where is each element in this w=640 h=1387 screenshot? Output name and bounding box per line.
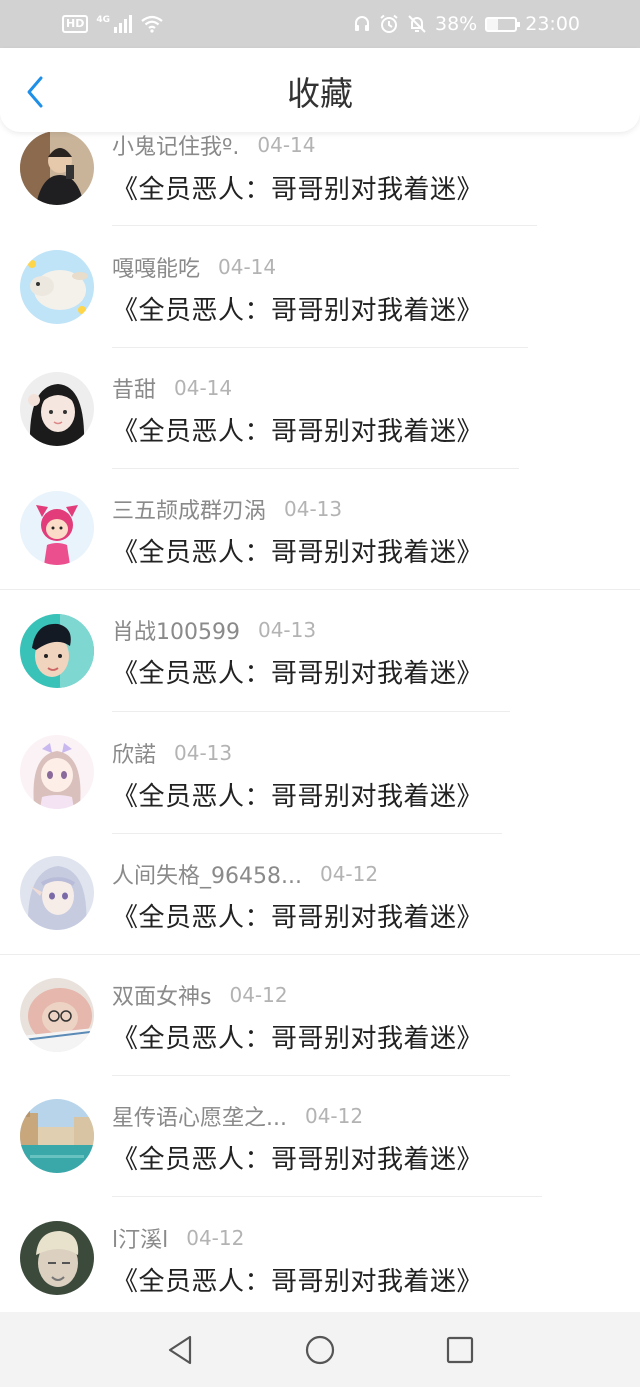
date: 04-13 bbox=[257, 618, 317, 642]
status-left: HD 4G bbox=[62, 15, 164, 33]
status-bar: HD 4G 38% 23:00 bbox=[0, 0, 640, 48]
user-name[interactable]: 欣諾 bbox=[112, 737, 156, 769]
book-title[interactable]: 《全员恶人：哥哥别对我着迷》 bbox=[112, 653, 483, 690]
user-name[interactable]: 人间失格_96458... bbox=[112, 858, 302, 890]
list-item[interactable]: 欣諾 04-13 《全员恶人：哥哥别对我着迷》 bbox=[0, 727, 640, 848]
user-photo-avatar[interactable] bbox=[20, 131, 94, 205]
blond-man-avatar[interactable] bbox=[20, 1221, 94, 1295]
sheep-avatar[interactable] bbox=[20, 250, 94, 324]
recents-square-icon bbox=[446, 1336, 474, 1363]
venice-canal-avatar[interactable] bbox=[20, 1099, 94, 1173]
back-triangle-icon bbox=[168, 1335, 192, 1364]
hd-badge: HD bbox=[62, 15, 89, 33]
book-title[interactable]: 《全员恶人：哥哥别对我着迷》 bbox=[112, 169, 483, 206]
user-name[interactable]: 嘎嘎能吃 bbox=[112, 251, 200, 283]
date: 04-12 bbox=[229, 983, 288, 1007]
item-meta: 双面女神s 04-12 bbox=[112, 980, 288, 1010]
item-meta: 肖战100599 04-13 bbox=[112, 615, 316, 645]
girl-photo-avatar[interactable] bbox=[20, 372, 94, 446]
user-name[interactable]: 三五颉成群刃涡 bbox=[112, 493, 266, 525]
list-item[interactable]: 嘎嘎能吃 04-14 《全员恶人：哥哥别对我着迷》 bbox=[0, 242, 640, 363]
network-type: 4G bbox=[96, 15, 110, 25]
alarm-icon bbox=[380, 14, 398, 33]
book-title[interactable]: 《全员恶人：哥哥别对我着迷》 bbox=[112, 897, 483, 934]
system-nav-bar bbox=[0, 1312, 640, 1387]
list-item[interactable]: 双面女神s 04-12 《全员恶人：哥哥别对我着迷》 bbox=[0, 969, 640, 1090]
book-title[interactable]: 《全员恶人：哥哥别对我着迷》 bbox=[112, 1261, 483, 1298]
item-meta: 星传语心愿垄之... 04-12 bbox=[112, 1101, 363, 1131]
divider bbox=[112, 468, 519, 469]
date: 04-14 bbox=[218, 255, 277, 279]
book-title[interactable]: 《全员恶人：哥哥别对我着迷》 bbox=[112, 1139, 483, 1176]
nav-back-button[interactable] bbox=[158, 1328, 202, 1372]
user-name[interactable]: 小鬼记住我º. bbox=[112, 129, 239, 161]
user-name[interactable]: 星传语心愿垄之... bbox=[112, 1100, 287, 1132]
clock: 23:00 bbox=[525, 13, 580, 35]
nav-recents-button[interactable] bbox=[438, 1328, 482, 1372]
signal-icon bbox=[114, 15, 132, 33]
divider bbox=[112, 1196, 542, 1197]
nav-home-button[interactable] bbox=[298, 1328, 342, 1372]
item-meta: l汀溪l 04-12 bbox=[112, 1223, 244, 1253]
book-title[interactable]: 《全员恶人：哥哥别对我着迷》 bbox=[112, 290, 483, 327]
headphones-icon bbox=[355, 16, 369, 31]
date: 04-12 bbox=[304, 1104, 364, 1128]
divider bbox=[112, 225, 537, 226]
home-circle-icon bbox=[305, 1335, 335, 1364]
date: 04-13 bbox=[284, 497, 343, 521]
book-title[interactable]: 《全员恶人：哥哥别对我着迷》 bbox=[112, 411, 483, 448]
cartoon-girl-avatar[interactable] bbox=[20, 491, 94, 565]
divider bbox=[0, 589, 640, 590]
list-item[interactable]: 昔甜 04-14 《全员恶人：哥哥别对我着迷》 bbox=[0, 363, 640, 484]
book-title[interactable]: 《全员恶人：哥哥别对我着迷》 bbox=[112, 532, 483, 569]
date: 04-12 bbox=[319, 862, 379, 886]
battery-icon bbox=[485, 16, 521, 32]
battery-fill bbox=[487, 18, 498, 30]
date: 04-12 bbox=[186, 1226, 245, 1250]
list-item[interactable]: 人间失格_96458... 04-12 《全员恶人：哥哥别对我着迷》 bbox=[0, 848, 640, 969]
date: 04-14 bbox=[174, 376, 233, 400]
wifi-icon bbox=[141, 15, 163, 33]
hooded-person-avatar[interactable] bbox=[20, 978, 94, 1052]
book-title[interactable]: 《全员恶人：哥哥别对我着迷》 bbox=[112, 1018, 483, 1055]
page-title: 收藏 bbox=[287, 74, 353, 113]
item-meta: 小鬼记住我º. 04-14 bbox=[112, 130, 316, 160]
header: 收藏 bbox=[0, 48, 640, 132]
status-right: 38% 23:00 bbox=[353, 13, 580, 35]
battery-percent: 38% bbox=[435, 13, 478, 35]
item-meta: 人间失格_96458... 04-12 bbox=[112, 859, 378, 889]
list-item[interactable]: 小鬼记住我º. 04-14 《全员恶人：哥哥别对我着迷》 bbox=[0, 121, 640, 242]
list-item[interactable]: 三五颉成群刃涡 04-13 《全员恶人：哥哥别对我着迷》 bbox=[0, 484, 640, 605]
divider bbox=[112, 711, 510, 712]
book-title[interactable]: 《全员恶人：哥哥别对我着迷》 bbox=[112, 776, 483, 813]
list-item[interactable]: 星传语心愿垄之... 04-12 《全员恶人：哥哥别对我着迷》 bbox=[0, 1090, 640, 1211]
divider bbox=[112, 833, 502, 834]
man-photo-avatar[interactable] bbox=[20, 614, 94, 688]
divider bbox=[112, 347, 528, 348]
list-item[interactable]: 肖战100599 04-13 《全员恶人：哥哥别对我着迷》 bbox=[0, 605, 640, 726]
user-name[interactable]: 双面女神s bbox=[112, 979, 211, 1011]
item-meta: 三五颉成群刃涡 04-13 bbox=[112, 494, 342, 524]
item-meta: 昔甜 04-14 bbox=[112, 373, 232, 403]
mute-icon bbox=[408, 15, 426, 33]
divider bbox=[0, 954, 640, 955]
anime-elf-avatar[interactable] bbox=[20, 856, 94, 930]
user-name[interactable]: l汀溪l bbox=[112, 1222, 168, 1254]
item-meta: 嘎嘎能吃 04-14 bbox=[112, 252, 276, 282]
item-meta: 欣諾 04-13 bbox=[112, 738, 232, 768]
anime-girl-avatar[interactable] bbox=[20, 735, 94, 809]
date: 04-13 bbox=[174, 741, 233, 765]
user-name[interactable]: 昔甜 bbox=[112, 372, 156, 404]
divider bbox=[112, 1075, 510, 1076]
date: 04-14 bbox=[257, 133, 316, 157]
user-name[interactable]: 肖战100599 bbox=[112, 614, 240, 646]
